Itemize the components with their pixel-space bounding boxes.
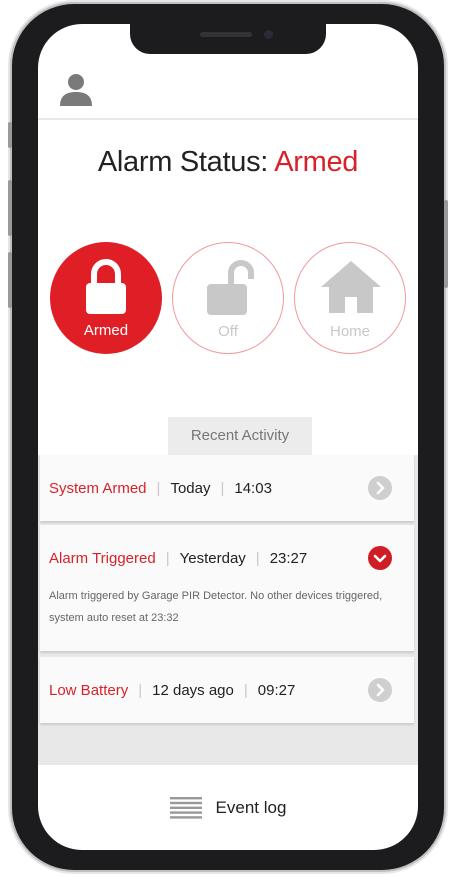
chevron-down-icon[interactable] — [368, 546, 392, 570]
power-button — [444, 200, 448, 288]
activity-item-alarm-triggered[interactable]: Alarm Triggered | Yesterday | 23:27 Alar… — [40, 525, 414, 651]
notch — [130, 24, 326, 54]
activity-time: 09:27 — [257, 681, 296, 699]
divider: | — [165, 549, 170, 567]
activity-time: 23:27 — [269, 549, 308, 567]
activity-day: Today — [170, 479, 211, 497]
activity-day: Yesterday — [179, 549, 246, 567]
volume-down-button — [8, 252, 12, 308]
mute-switch — [8, 122, 12, 148]
lock-closed-icon — [86, 259, 126, 314]
chevron-right-icon[interactable] — [368, 678, 392, 702]
volume-up-button — [8, 180, 12, 236]
status-prefix: Alarm Status: — [97, 146, 275, 178]
mode-label: Armed — [83, 322, 129, 339]
event-log-button[interactable]: Event log — [38, 788, 418, 828]
activity-title: System Armed — [49, 479, 147, 497]
alarm-status-title: Alarm Status: Armed — [38, 146, 418, 179]
divider: | — [138, 681, 143, 699]
mode-armed-button[interactable]: Armed — [50, 242, 162, 354]
list-icon — [169, 797, 202, 819]
screen: Alarm Status: Armed Armed Off Home Recen… — [38, 24, 418, 850]
divider: | — [156, 479, 161, 497]
phone-frame: Alarm Status: Armed Armed Off Home Recen… — [8, 4, 448, 870]
mode-label: Home — [329, 323, 370, 340]
status-value: Armed — [274, 146, 359, 178]
mode-home-button[interactable]: Home — [294, 242, 406, 354]
home-icon — [321, 261, 381, 313]
activity-item-system-armed[interactable]: System Armed | Today | 14:03 — [40, 455, 414, 521]
mode-label: Off — [218, 323, 238, 340]
activity-item-low-battery[interactable]: Low Battery | 12 days ago | 09:27 — [40, 657, 414, 723]
divider: | — [255, 549, 260, 567]
user-icon[interactable] — [58, 72, 94, 108]
divider: | — [243, 681, 248, 699]
chevron-right-icon[interactable] — [368, 476, 392, 500]
event-log-label: Event log — [215, 798, 287, 817]
activity-time: 14:03 — [234, 479, 272, 497]
tab-recent-activity[interactable]: Recent Activity — [168, 417, 312, 455]
activity-day: 12 days ago — [152, 681, 234, 699]
activity-description: Alarm triggered by Garage PIR Detector. … — [49, 590, 383, 624]
activity-title: Alarm Triggered — [49, 549, 156, 567]
mode-off-button[interactable]: Off — [172, 242, 284, 354]
lock-open-icon — [207, 260, 254, 315]
divider: | — [220, 479, 225, 497]
activity-title: Low Battery — [49, 681, 129, 699]
activity-list: System Armed | Today | 14:03 Alarm Trigg… — [38, 455, 418, 765]
